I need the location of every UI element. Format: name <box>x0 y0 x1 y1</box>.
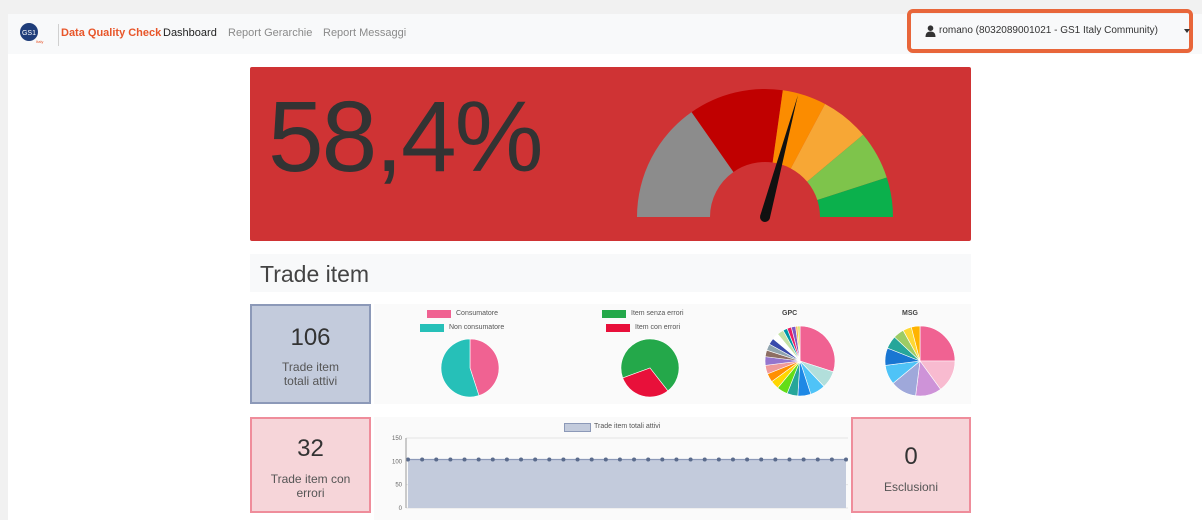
svg-text:GS1: GS1 <box>22 30 36 37</box>
brand-title[interactable]: Data Quality Check <box>61 27 161 39</box>
exclusions-card[interactable]: 0 Esclusioni <box>851 417 971 513</box>
page: GS1 Italy Data Quality Check Dashboard R… <box>8 9 1202 520</box>
user-label: romano (8032089001021 - GS1 Italy Commun… <box>939 25 1159 36</box>
nav-report-messaggi[interactable]: Report Messaggi <box>323 27 406 39</box>
y-tick-label: 0 <box>399 506 403 512</box>
y-tick-label: 100 <box>392 459 403 465</box>
line-chart-panel: Trade item totali attivi 150 100 50 0 <box>374 417 851 520</box>
data-point[interactable] <box>730 457 735 462</box>
data-point[interactable] <box>420 457 425 462</box>
legend-swatch-consumatore[interactable] <box>427 310 451 318</box>
data-point[interactable] <box>533 457 538 462</box>
data-point[interactable] <box>603 457 608 462</box>
data-point[interactable] <box>434 457 439 462</box>
legend-swatch-non-consumatore[interactable] <box>420 324 444 332</box>
msg-chart-title: MSG <box>902 310 918 317</box>
error-trade-items-label: Trade item con errori <box>270 472 351 500</box>
quality-score-value: 58,4% <box>268 81 544 193</box>
data-point[interactable] <box>462 457 467 462</box>
gs1-logo[interactable]: GS1 Italy <box>18 22 44 44</box>
data-point[interactable] <box>632 457 637 462</box>
logo-separator <box>58 24 59 46</box>
error-trade-items-value: 32 <box>297 435 324 462</box>
data-point[interactable] <box>688 457 693 462</box>
legend-label-item-con-errori: Item con errori <box>635 324 681 331</box>
data-point[interactable] <box>674 457 679 462</box>
legend-label-trade-item-attivi: Trade item totali attivi <box>594 423 661 430</box>
active-trade-items-value: 106 <box>290 324 331 351</box>
exclusions-label: Esclusioni <box>883 480 939 494</box>
data-point[interactable] <box>448 457 453 462</box>
data-point[interactable] <box>801 457 806 462</box>
data-point[interactable] <box>547 457 552 462</box>
data-point[interactable] <box>504 457 509 462</box>
quality-score-panel: 58,4% <box>250 67 971 241</box>
nav-dashboard[interactable]: Dashboard <box>163 27 217 39</box>
data-point[interactable] <box>561 457 566 462</box>
pie-chart-errori <box>620 338 680 398</box>
section-header: Trade item <box>250 254 971 292</box>
data-point[interactable] <box>787 457 792 462</box>
pie-chart-msg <box>884 325 956 397</box>
legend-label-consumatore: Consumatore <box>456 310 499 317</box>
active-trade-items-label: Trade item totali attivi <box>282 360 339 388</box>
data-point[interactable] <box>646 457 651 462</box>
caret-down-icon <box>1184 29 1190 33</box>
pie-chart-consumatore <box>440 338 500 398</box>
user-icon <box>925 25 936 37</box>
data-point[interactable] <box>759 457 764 462</box>
data-point[interactable] <box>490 457 495 462</box>
gauge-needle-hub <box>760 212 770 222</box>
legend-swatch-item-senza-errori[interactable] <box>602 310 626 318</box>
legend-label-non-consumatore: Non consumatore <box>449 324 505 331</box>
data-point[interactable] <box>589 457 594 462</box>
y-tick-label: 50 <box>395 483 402 489</box>
y-tick-label: 150 <box>392 436 403 442</box>
user-menu-dropdown[interactable]: romano (8032089001021 - GS1 Italy Commun… <box>907 9 1193 53</box>
data-point[interactable] <box>406 457 410 462</box>
data-point[interactable] <box>617 457 622 462</box>
svg-text:Italy: Italy <box>36 39 43 44</box>
data-point[interactable] <box>773 457 778 462</box>
pie-charts-row: Consumatore Non consumatore Item senza e… <box>374 304 971 404</box>
data-point[interactable] <box>829 457 834 462</box>
data-point[interactable] <box>844 457 848 462</box>
section-title: Trade item <box>260 261 370 287</box>
data-point[interactable] <box>702 457 707 462</box>
trade-item-area-chart: 150 100 50 0 <box>392 436 848 512</box>
active-trade-items-card[interactable]: 106 Trade item totali attivi <box>250 304 371 404</box>
data-point[interactable] <box>716 457 721 462</box>
gpc-chart-title: GPC <box>782 310 798 317</box>
data-point[interactable] <box>519 457 524 462</box>
data-point[interactable] <box>745 457 750 462</box>
error-trade-items-card[interactable]: 32 Trade item con errori <box>250 417 371 513</box>
pie-slice[interactable] <box>919 325 956 362</box>
data-point[interactable] <box>815 457 820 462</box>
quality-gauge <box>637 89 893 222</box>
pie-chart-gpc <box>764 325 836 397</box>
area-fill <box>408 459 846 508</box>
data-point[interactable] <box>476 457 481 462</box>
exclusions-value: 0 <box>904 443 918 470</box>
data-point[interactable] <box>575 457 580 462</box>
nav-report-gerarchie[interactable]: Report Gerarchie <box>228 27 312 39</box>
legend-label-item-senza-errori: Item senza errori <box>631 310 684 317</box>
navbar: GS1 Italy Data Quality Check Dashboard R… <box>8 9 1202 54</box>
legend-swatch-item-con-errori[interactable] <box>606 324 630 332</box>
data-point[interactable] <box>660 457 665 462</box>
